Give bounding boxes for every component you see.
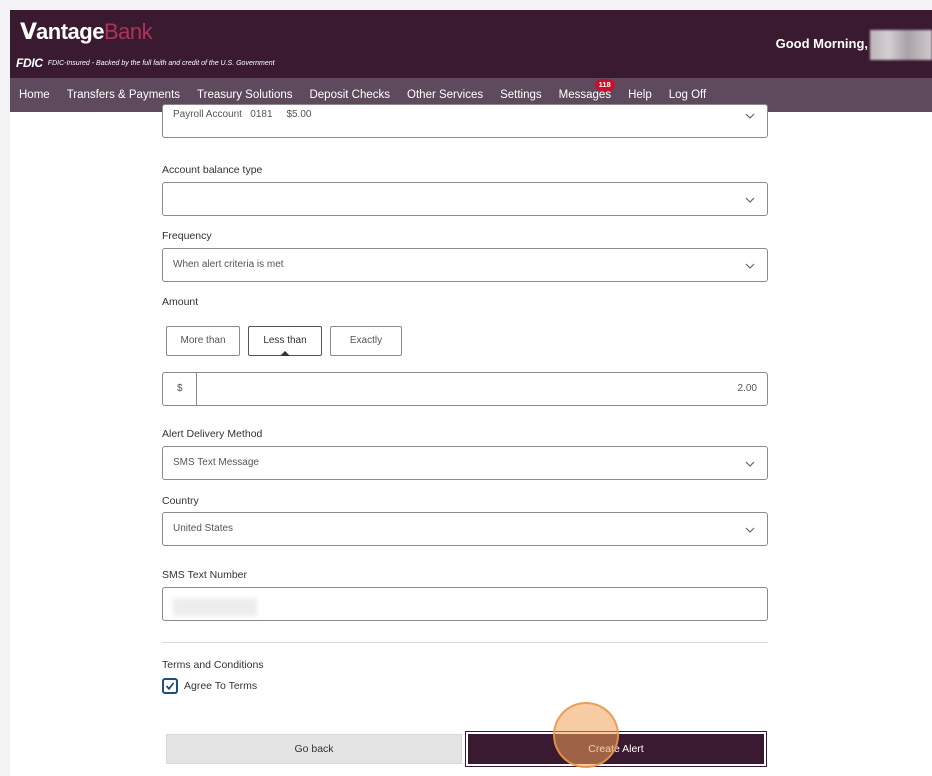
frequency-label: Frequency: [162, 230, 212, 242]
fdic-logo: FDIC: [16, 56, 43, 70]
country-label: Country: [162, 495, 199, 507]
country-value: United States: [173, 523, 234, 534]
account-number: 0181: [250, 109, 273, 120]
logo-v: V: [20, 19, 37, 45]
nav-help[interactable]: Help: [628, 89, 652, 101]
divider: [162, 642, 768, 643]
nav-home[interactable]: Home: [19, 89, 50, 101]
agree-terms-checkbox[interactable]: [162, 678, 178, 694]
nav-treasury-solutions[interactable]: Treasury Solutions: [197, 89, 292, 101]
sms-number-label: SMS Text Number: [162, 569, 247, 581]
amount-value: 2.00: [737, 383, 757, 394]
sms-number-redacted: [173, 598, 257, 616]
chevron-down-icon: [745, 527, 755, 533]
balance-type-select[interactable]: [162, 182, 768, 216]
sms-number-input[interactable]: [162, 587, 768, 621]
chevron-down-icon: [745, 263, 755, 269]
go-back-button[interactable]: Go back: [166, 734, 462, 764]
fdic-text: FDIC-Insured - Backed by the full faith …: [47, 59, 275, 67]
nav-messages[interactable]: Messages 118: [559, 79, 615, 101]
country-select[interactable]: United States: [162, 512, 768, 546]
exactly-button[interactable]: Exactly: [330, 326, 402, 356]
nav-other-services[interactable]: Other Services: [407, 89, 483, 101]
checkmark-icon: [165, 682, 175, 691]
chevron-down-icon: [745, 197, 755, 203]
account-name: Payroll Account: [173, 109, 242, 120]
delivery-method-label: Alert Delivery Method: [162, 428, 263, 440]
balance-type-label: Account balance type: [162, 164, 263, 176]
amount-label: Amount: [162, 296, 199, 308]
delivery-method-select[interactable]: SMS Text Message: [162, 446, 768, 480]
nav-settings[interactable]: Settings: [500, 89, 542, 101]
nav-transfers-payments[interactable]: Transfers & Payments: [67, 89, 180, 101]
terms-label: Terms and Conditions: [162, 659, 264, 671]
vantage-bank-logo[interactable]: Vantage Bank: [20, 19, 153, 45]
nav-log-off[interactable]: Log Off: [669, 89, 707, 101]
agree-terms-label[interactable]: Agree To Terms: [184, 680, 257, 692]
account-select[interactable]: Payroll Account 0181 $5.00: [162, 104, 768, 138]
logo-bank: Bank: [103, 19, 153, 44]
frequency-select[interactable]: When alert criteria is met: [162, 248, 768, 282]
messages-badge: 118: [594, 79, 615, 91]
greeting-text: Good Morning,: [775, 36, 868, 51]
frequency-value: When alert criteria is met: [173, 259, 284, 270]
site-header: Vantage Bank FDIC FDIC-Insured - Backed b…: [10, 10, 932, 78]
account-balance: $5.00: [286, 109, 312, 120]
chevron-down-icon: [745, 113, 755, 119]
logo-antage: antage: [36, 19, 104, 44]
chevron-down-icon: [745, 461, 755, 467]
account-select-value: Payroll Account 0181 $5.00: [173, 109, 311, 120]
click-indicator: [553, 702, 619, 768]
more-than-button[interactable]: More than: [166, 326, 240, 356]
fdic-notice: FDIC FDIC-Insured - Backed by the full f…: [16, 56, 275, 70]
nav-deposit-checks[interactable]: Deposit Checks: [309, 89, 390, 101]
delivery-method-value: SMS Text Message: [173, 457, 259, 468]
app-window: Vantage Bank FDIC FDIC-Insured - Backed b…: [10, 10, 932, 776]
currency-symbol: $: [163, 373, 197, 405]
user-name-redacted: [870, 30, 932, 60]
less-than-button[interactable]: Less than: [248, 326, 322, 356]
amount-input[interactable]: $ 2.00: [162, 372, 768, 406]
